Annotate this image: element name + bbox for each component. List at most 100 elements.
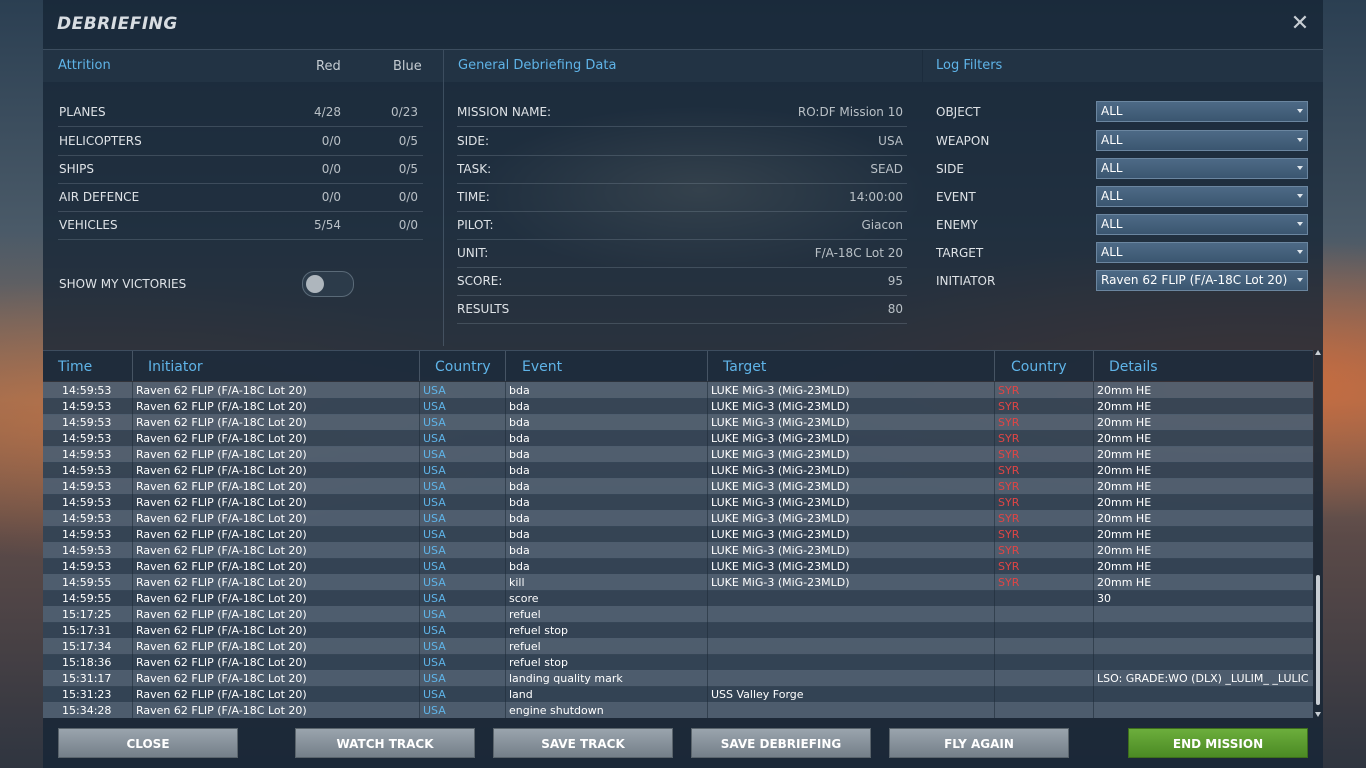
filter-enemy-select[interactable]: ALL xyxy=(1096,214,1308,235)
column-divider xyxy=(1093,414,1094,430)
scroll-up-icon[interactable] xyxy=(1315,350,1321,355)
scrollbar-thumb[interactable] xyxy=(1316,575,1320,705)
column-divider xyxy=(707,654,708,670)
filter-side-select[interactable]: ALL xyxy=(1096,158,1308,179)
column-divider xyxy=(707,542,708,558)
filter-event-select[interactable]: ALL xyxy=(1096,186,1308,207)
cell-time: 14:59:53 xyxy=(62,480,112,493)
column-divider xyxy=(419,654,420,670)
table-row[interactable]: 14:59:55 Raven 62 FLIP (F/A-18C Lot 20) US… xyxy=(43,590,1313,607)
table-row[interactable]: 14:59:53 Raven 62 FLIP (F/A-18C Lot 20) US… xyxy=(43,542,1313,559)
filter-target-select[interactable]: ALL xyxy=(1096,242,1308,263)
watch-track-button[interactable]: WATCH TRACK xyxy=(295,728,475,758)
log-header-initiator[interactable]: Initiator xyxy=(148,359,203,375)
column-divider xyxy=(505,702,506,718)
divider xyxy=(443,50,444,346)
cell-initiator: Raven 62 FLIP (F/A-18C Lot 20) xyxy=(136,624,307,637)
table-row[interactable]: 14:59:53 Raven 62 FLIP (F/A-18C Lot 20) US… xyxy=(43,494,1313,511)
filter-initiator-select[interactable]: Raven 62 FLIP (F/A-18C Lot 20) xyxy=(1096,270,1308,291)
column-divider xyxy=(707,638,708,654)
filter-label-target: TARGET xyxy=(936,246,984,260)
general-header: General Debriefing Data xyxy=(444,50,922,82)
table-row[interactable]: 15:34:28 Raven 62 FLIP (F/A-18C Lot 20) US… xyxy=(43,702,1313,718)
save-track-button[interactable]: SAVE TRACK xyxy=(493,728,673,758)
table-row[interactable]: 14:59:53 Raven 62 FLIP (F/A-18C Lot 20) US… xyxy=(43,430,1313,447)
log-header-details[interactable]: Details xyxy=(1109,359,1158,375)
column-divider xyxy=(505,590,506,606)
table-row[interactable]: 14:59:53 Raven 62 FLIP (F/A-18C Lot 20) US… xyxy=(43,558,1313,575)
column-divider xyxy=(994,590,995,606)
close-icon[interactable]: ✕ xyxy=(1289,12,1311,36)
title-bar: DEBRIEFING ✕ xyxy=(43,0,1323,50)
table-row[interactable]: 15:18:36 Raven 62 FLIP (F/A-18C Lot 20) US… xyxy=(43,654,1313,671)
cell-time: 15:18:36 xyxy=(62,656,112,669)
save-debriefing-button[interactable]: SAVE DEBRIEFING xyxy=(691,728,871,758)
cell-time: 14:59:53 xyxy=(62,432,112,445)
column-divider xyxy=(1093,654,1094,670)
column-divider xyxy=(419,702,420,718)
filter-object-value: ALL xyxy=(1101,104,1123,118)
cell-initiator: Raven 62 FLIP (F/A-18C Lot 20) xyxy=(136,448,307,461)
close-button[interactable]: CLOSE xyxy=(58,728,238,758)
cell-target: LUKE MiG-3 (MiG-23MLD) xyxy=(711,384,850,397)
column-divider xyxy=(707,686,708,702)
table-row[interactable]: 14:59:53 Raven 62 FLIP (F/A-18C Lot 20) US… xyxy=(43,398,1313,415)
cell-country: USA xyxy=(423,592,446,605)
column-divider xyxy=(994,702,995,718)
general-value: USA xyxy=(878,134,903,148)
column-divider xyxy=(419,574,420,590)
column-divider xyxy=(1093,494,1094,510)
log-header-target[interactable]: Target xyxy=(723,359,766,375)
table-row[interactable]: 14:59:53 Raven 62 FLIP (F/A-18C Lot 20) US… xyxy=(43,462,1313,479)
end-mission-button[interactable]: END MISSION xyxy=(1128,728,1308,758)
cell-target: LUKE MiG-3 (MiG-23MLD) xyxy=(711,432,850,445)
filter-object-select[interactable]: ALL xyxy=(1096,101,1308,122)
table-row[interactable]: 15:31:17 Raven 62 FLIP (F/A-18C Lot 20) US… xyxy=(43,670,1313,687)
column-divider xyxy=(994,351,995,381)
column-divider xyxy=(994,446,995,462)
fly-again-button[interactable]: FLY AGAIN xyxy=(889,728,1069,758)
table-row[interactable]: 15:17:25 Raven 62 FLIP (F/A-18C Lot 20) US… xyxy=(43,606,1313,623)
column-divider xyxy=(505,542,506,558)
table-row[interactable]: 15:31:23 Raven 62 FLIP (F/A-18C Lot 20) US… xyxy=(43,686,1313,703)
column-divider xyxy=(419,638,420,654)
log-header-target-country[interactable]: Country xyxy=(1011,359,1067,375)
cell-details: 20mm HE xyxy=(1097,544,1152,557)
cell-initiator: Raven 62 FLIP (F/A-18C Lot 20) xyxy=(136,688,307,701)
table-row[interactable]: 14:59:53 Raven 62 FLIP (F/A-18C Lot 20) US… xyxy=(43,526,1313,543)
scroll-down-icon[interactable] xyxy=(1315,712,1321,717)
column-divider xyxy=(132,622,133,638)
log-header-country[interactable]: Country xyxy=(435,359,491,375)
table-row[interactable]: 15:17:31 Raven 62 FLIP (F/A-18C Lot 20) US… xyxy=(43,622,1313,639)
general-label: TIME: xyxy=(457,190,490,204)
column-divider xyxy=(1093,430,1094,446)
attrition-label: AIR DEFENCE xyxy=(59,190,140,204)
cell-country: USA xyxy=(423,512,446,525)
column-divider xyxy=(132,574,133,590)
cell-time: 14:59:53 xyxy=(62,528,112,541)
log-header-time[interactable]: Time xyxy=(58,359,92,375)
column-divider xyxy=(505,686,506,702)
general-row: PILOT: Giacon xyxy=(457,211,907,240)
log-header-event[interactable]: Event xyxy=(522,359,562,375)
column-divider xyxy=(994,510,995,526)
cell-country: USA xyxy=(423,544,446,557)
table-row[interactable]: 14:59:53 Raven 62 FLIP (F/A-18C Lot 20) US… xyxy=(43,510,1313,527)
show-victories-toggle[interactable] xyxy=(302,271,354,297)
cell-target-country xyxy=(998,591,1090,606)
cell-initiator: Raven 62 FLIP (F/A-18C Lot 20) xyxy=(136,416,307,429)
table-row[interactable]: 14:59:53 Raven 62 FLIP (F/A-18C Lot 20) US… xyxy=(43,382,1313,399)
attrition-red-value: 0/0 xyxy=(321,134,341,148)
general-row: UNIT: F/A-18C Lot 20 xyxy=(457,239,907,268)
filter-weapon-select[interactable]: ALL xyxy=(1096,130,1308,151)
table-row[interactable]: 14:59:53 Raven 62 FLIP (F/A-18C Lot 20) US… xyxy=(43,414,1313,431)
table-row[interactable]: 15:17:34 Raven 62 FLIP (F/A-18C Lot 20) US… xyxy=(43,638,1313,655)
cell-time: 15:17:25 xyxy=(62,608,112,621)
column-divider xyxy=(994,494,995,510)
table-row[interactable]: 14:59:53 Raven 62 FLIP (F/A-18C Lot 20) US… xyxy=(43,478,1313,495)
table-row[interactable]: 14:59:55 Raven 62 FLIP (F/A-18C Lot 20) US… xyxy=(43,574,1313,591)
cell-initiator: Raven 62 FLIP (F/A-18C Lot 20) xyxy=(136,576,307,589)
table-row[interactable]: 14:59:53 Raven 62 FLIP (F/A-18C Lot 20) US… xyxy=(43,446,1313,463)
column-divider xyxy=(419,590,420,606)
column-divider xyxy=(1093,351,1094,381)
